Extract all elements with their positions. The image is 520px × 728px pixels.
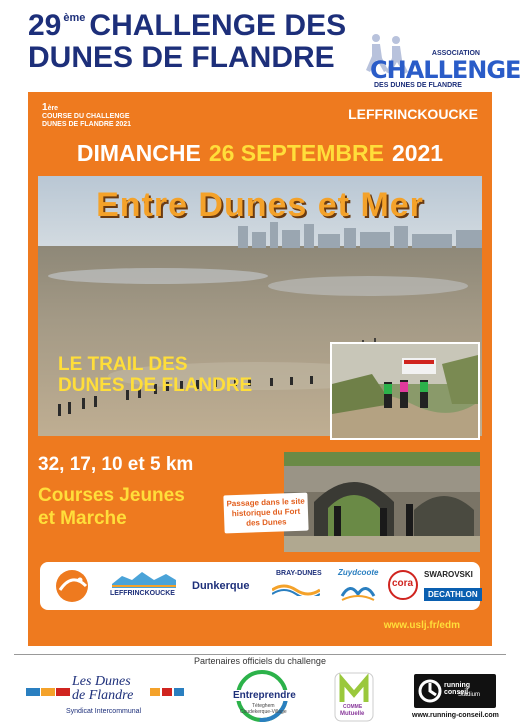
trail-title: LE TRAIL DES DUNES DE FLANDRE xyxy=(58,354,252,396)
swarovski-logo: SWAROVSKI xyxy=(424,570,473,579)
title-line1: CHALLENGE DES xyxy=(89,9,347,42)
partners-caption: Partenaires officiels du challenge xyxy=(194,656,326,666)
bray-dunes-wave-icon xyxy=(272,584,320,596)
sponsor-strip: LEFFRINCKOUCKE Dunkerque BRAY-DUNES Zuyd… xyxy=(40,562,482,610)
youth-line2: et Marche xyxy=(38,508,127,529)
dunkerque-logo: Dunkerque xyxy=(192,580,250,592)
entreprendre-logo: Entreprendre xyxy=(232,690,297,701)
running-conseil-icon xyxy=(418,679,442,703)
footer-partners: Les Dunes de Flandre Syndicat Intercommu… xyxy=(0,668,520,728)
website-link[interactable]: www.uslj.fr/edm xyxy=(384,620,460,631)
edition-number: 29 xyxy=(28,9,62,42)
date-date: 26 SEPTEMBRE xyxy=(208,139,384,166)
zuydcoote-wave-icon xyxy=(340,587,376,601)
event-title: 29 ème CHALLENGE DES DUNES DE FLANDRE xyxy=(28,10,346,74)
date-year: 2021 xyxy=(391,139,444,166)
running-conseil-logo: running conseil Stadium xyxy=(414,674,496,708)
leffrinckoucke-logo: LEFFRINCKOUCKE xyxy=(110,590,175,597)
first-course-label: 1ère COURSE DU CHALLENGE DUNES DE FLANDR… xyxy=(42,103,132,129)
cora-logo: cora xyxy=(392,578,414,589)
dunes-logo-line2: de Flandre xyxy=(72,688,134,703)
association-subtitle: DES DUNES DE FLANDRE xyxy=(374,82,462,89)
distances: 32, 17, 10 et 5 km xyxy=(38,454,194,475)
dunes-flag-right-icon xyxy=(150,688,184,696)
trail-title-line1: LE TRAIL DES xyxy=(58,354,188,375)
running-conseil-line2: Stadium xyxy=(458,692,481,698)
bray-dunes-logo: BRAY-DUNES xyxy=(276,570,322,577)
association-logo: ASSOCIATION CHALLENGE DES DUNES DE FLAND… xyxy=(362,22,520,89)
first-course-suffix: ère xyxy=(47,105,59,112)
tagline: Entre Dunes et Mer xyxy=(96,186,424,224)
footer-divider xyxy=(14,654,506,655)
edition-suffix: ème xyxy=(63,12,86,24)
leffrinckoucke-logo-icon xyxy=(112,572,176,588)
mutuelle-line1: COMME xyxy=(343,704,363,710)
city-name: LEFFRINCKOUCKE xyxy=(348,106,478,122)
poster: 1ère COURSE DU CHALLENGE DUNES DE FLANDR… xyxy=(28,92,492,646)
entreprendre-sub2: Coudekerque-Village xyxy=(240,709,287,715)
running-conseil-url[interactable]: www.running-conseil.com xyxy=(412,712,499,719)
uslj-logo-icon xyxy=(56,570,88,602)
youth-races: Courses Jeunes et Marche xyxy=(38,484,185,530)
decathlon-logo: DECATHLON xyxy=(424,588,482,601)
event-date: DIMANCHE 26 SEPTEMBRE 2021 xyxy=(28,134,492,172)
fort-note: Passage dans le site historique du Fort … xyxy=(223,492,309,534)
association-name: CHALLENGE xyxy=(370,56,520,84)
trail-title-line2: DUNES DE FLANDRE xyxy=(58,375,253,396)
fort-photo xyxy=(284,452,480,552)
first-course-line1: COURSE DU CHALLENGE xyxy=(42,113,130,120)
title-line2: DUNES DE FLANDRE xyxy=(28,41,335,74)
mutuelle-line2: Mutuelle xyxy=(340,711,365,717)
first-course-line2: DUNES DE FLANDRE 2021 xyxy=(42,121,132,128)
dunes-flag-icon xyxy=(26,688,70,696)
runners-photo xyxy=(330,342,480,440)
youth-line1: Courses Jeunes xyxy=(38,485,185,506)
header: 29 ème CHALLENGE DES DUNES DE FLANDRE AS… xyxy=(0,0,520,92)
dunes-logo-sub: Syndicat Intercommunal xyxy=(66,708,142,715)
zuydcoote-logo: Zuydcoote xyxy=(338,568,379,577)
date-day: DIMANCHE xyxy=(76,139,201,166)
